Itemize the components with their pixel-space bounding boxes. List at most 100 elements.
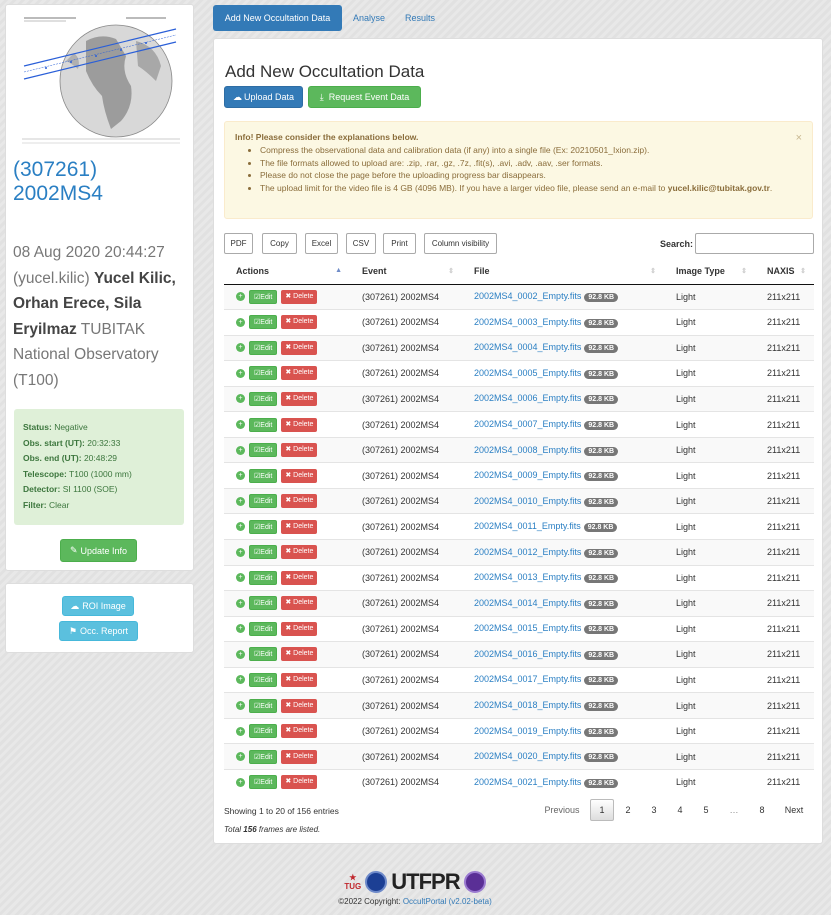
edit-button[interactable]: ☑Edit (249, 366, 278, 381)
delete-button[interactable]: ✖ Delete (281, 315, 318, 330)
pagination-page-4[interactable]: 4 (669, 799, 691, 821)
edit-button[interactable]: ☑Edit (249, 315, 278, 330)
delete-button[interactable]: ✖ Delete (281, 698, 318, 713)
edit-button[interactable]: ☑Edit (249, 672, 278, 687)
expand-row-icon[interactable]: + (236, 675, 245, 685)
edit-button[interactable]: ☑Edit (249, 698, 278, 713)
delete-button[interactable]: ✖ Delete (281, 366, 318, 381)
tab-analyse[interactable]: Analyse (353, 5, 385, 31)
expand-row-icon[interactable]: + (236, 624, 245, 634)
column-header-naxis[interactable]: NAXIS ⇕ (755, 259, 814, 285)
edit-button[interactable]: ☑Edit (249, 468, 278, 483)
edit-button[interactable]: ☑Edit (249, 289, 278, 304)
expand-row-icon[interactable]: + (236, 777, 245, 787)
expand-row-icon[interactable]: + (236, 547, 245, 557)
edit-button[interactable]: ☑Edit (249, 570, 278, 585)
occultportal-link[interactable]: OccultPortal (v2.02-beta) (403, 897, 492, 906)
file-link[interactable]: 2002MS4_0014_Empty.fits (474, 598, 581, 608)
delete-button[interactable]: ✖ Delete (281, 340, 318, 355)
copy-button[interactable]: Copy (262, 233, 297, 254)
expand-row-icon[interactable]: + (236, 292, 245, 302)
delete-button[interactable]: ✖ Delete (281, 596, 318, 611)
delete-button[interactable]: ✖ Delete (281, 775, 318, 790)
expand-row-icon[interactable]: + (236, 752, 245, 762)
edit-button[interactable]: ☑Edit (249, 545, 278, 560)
column-header-actions[interactable]: Actions ▲ (224, 259, 350, 285)
pagination-next[interactable]: Next (777, 799, 811, 821)
contact-email-link[interactable]: yucel.kilic@tubitak.gov.tr (668, 183, 770, 193)
expand-row-icon[interactable]: + (236, 394, 245, 404)
pagination-page-8[interactable]: 8 (751, 799, 773, 821)
edit-button[interactable]: ☑Edit (249, 443, 278, 458)
file-link[interactable]: 2002MS4_0006_Empty.fits (474, 393, 581, 403)
search-input[interactable] (695, 233, 814, 254)
file-link[interactable]: 2002MS4_0010_Empty.fits (474, 496, 581, 506)
file-link[interactable]: 2002MS4_0005_Empty.fits (474, 368, 581, 378)
edit-button[interactable]: ☑Edit (249, 519, 278, 534)
expand-row-icon[interactable]: + (236, 471, 245, 481)
expand-row-icon[interactable]: + (236, 649, 245, 659)
expand-row-icon[interactable]: + (236, 317, 245, 327)
file-link[interactable]: 2002MS4_0021_Empty.fits (474, 777, 581, 787)
expand-row-icon[interactable]: + (236, 598, 245, 608)
column-header-image-type[interactable]: Image Type ⇕ (664, 259, 755, 285)
file-link[interactable]: 2002MS4_0011_Empty.fits (474, 521, 581, 531)
upload-data-button[interactable]: ☁ Upload Data (224, 86, 303, 108)
delete-button[interactable]: ✖ Delete (281, 724, 318, 739)
edit-button[interactable]: ☑Edit (249, 596, 278, 611)
delete-button[interactable]: ✖ Delete (281, 621, 318, 636)
file-link[interactable]: 2002MS4_0003_Empty.fits (474, 317, 581, 327)
pagination-page-3[interactable]: 3 (643, 799, 665, 821)
expand-row-icon[interactable]: + (236, 496, 245, 506)
column-header-file[interactable]: File ⇕ (462, 259, 664, 285)
edit-button[interactable]: ☑Edit (249, 724, 278, 739)
column-header-event[interactable]: Event ⇕ (350, 259, 462, 285)
tab-add-new-occultation-data[interactable]: Add New Occultation Data (213, 5, 342, 31)
file-link[interactable]: 2002MS4_0008_Empty.fits (474, 445, 581, 455)
edit-button[interactable]: ☑Edit (249, 775, 278, 790)
file-link[interactable]: 2002MS4_0007_Empty.fits (474, 419, 581, 429)
file-link[interactable]: 2002MS4_0019_Empty.fits (474, 726, 581, 736)
delete-button[interactable]: ✖ Delete (281, 749, 318, 764)
file-link[interactable]: 2002MS4_0020_Empty.fits (474, 751, 581, 761)
delete-button[interactable]: ✖ Delete (281, 570, 318, 585)
request-event-data-button[interactable]: ⤓ Request Event Data (308, 86, 421, 108)
pagination-previous[interactable]: Previous (539, 799, 585, 821)
edit-button[interactable]: ☑Edit (249, 340, 278, 355)
csv-export-button[interactable]: CSV (346, 233, 376, 254)
excel-export-button[interactable]: Excel (305, 233, 338, 254)
delete-button[interactable]: ✖ Delete (281, 443, 318, 458)
delete-button[interactable]: ✖ Delete (281, 391, 318, 406)
pagination-page-1[interactable]: 1 (590, 799, 614, 821)
delete-button[interactable]: ✖ Delete (281, 647, 318, 662)
delete-button[interactable]: ✖ Delete (281, 468, 318, 483)
delete-button[interactable]: ✖ Delete (281, 417, 318, 432)
edit-button[interactable]: ☑Edit (249, 494, 278, 509)
edit-button[interactable]: ☑Edit (249, 749, 278, 764)
file-link[interactable]: 2002MS4_0004_Empty.fits (474, 342, 581, 352)
edit-button[interactable]: ☑Edit (249, 391, 278, 406)
update-info-button[interactable]: ✎ Update Info (60, 539, 137, 562)
file-link[interactable]: 2002MS4_0013_Empty.fits (474, 572, 581, 582)
expand-row-icon[interactable]: + (236, 420, 245, 429)
delete-button[interactable]: ✖ Delete (281, 545, 318, 560)
expand-row-icon[interactable]: + (236, 343, 245, 353)
expand-row-icon[interactable]: + (236, 522, 245, 532)
expand-row-icon[interactable]: + (236, 573, 245, 583)
delete-button[interactable]: ✖ Delete (281, 289, 318, 304)
file-link[interactable]: 2002MS4_0009_Empty.fits (474, 470, 581, 480)
pdf-export-button[interactable]: PDF (224, 233, 253, 254)
expand-row-icon[interactable]: + (236, 726, 245, 736)
occultation-map-image[interactable] (16, 11, 184, 151)
print-button[interactable]: Print (383, 233, 416, 254)
delete-button[interactable]: ✖ Delete (281, 519, 318, 534)
roi-image-button[interactable]: ☁ ROI Image (62, 596, 134, 616)
file-link[interactable]: 2002MS4_0017_Empty.fits (474, 674, 581, 684)
pagination-page-2[interactable]: 2 (617, 799, 639, 821)
file-link[interactable]: 2002MS4_0016_Empty.fits (474, 649, 581, 659)
file-link[interactable]: 2002MS4_0018_Empty.fits (474, 700, 581, 710)
pagination-page-5[interactable]: 5 (695, 799, 717, 821)
delete-button[interactable]: ✖ Delete (281, 494, 318, 509)
file-link[interactable]: 2002MS4_0002_Empty.fits (474, 291, 581, 301)
delete-button[interactable]: ✖ Delete (281, 672, 318, 687)
